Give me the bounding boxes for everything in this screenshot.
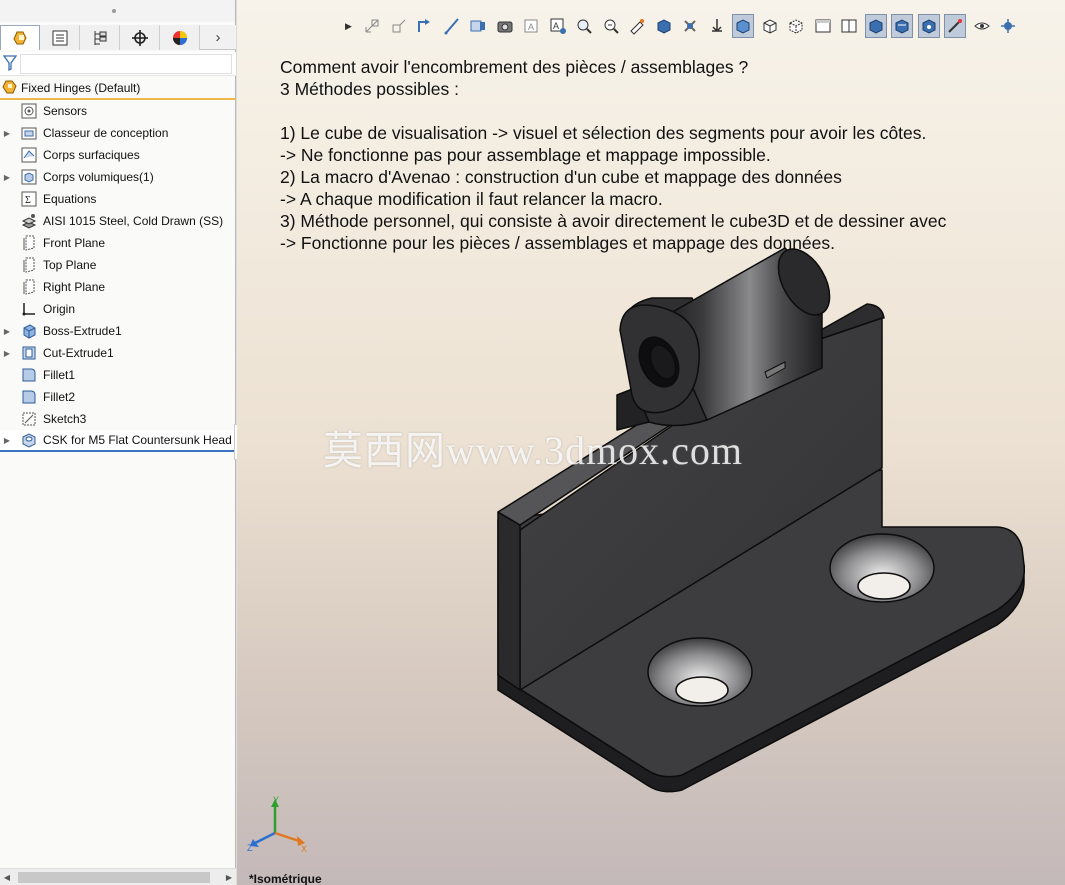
tab-dimxpert-manager[interactable] [120, 25, 160, 50]
tree-item[interactable]: Fillet2 [0, 386, 246, 408]
tree-item-label: Fillet1 [43, 368, 76, 382]
panel-grip[interactable] [0, 0, 235, 22]
tree-root-part[interactable]: Fixed Hinges (Default) [0, 78, 236, 100]
cut-extrude-icon [20, 344, 38, 362]
tree-item[interactable]: Sketch3 [0, 408, 246, 430]
sensors-icon [20, 102, 38, 120]
axis-z-label: Z [247, 843, 253, 853]
boss-extrude-icon [20, 322, 38, 340]
tabs-more-chevron-icon[interactable]: › [200, 25, 236, 49]
filter-bar [0, 52, 236, 76]
filter-input[interactable] [20, 54, 232, 74]
axis-y-label: Y [273, 795, 279, 805]
folder-icon [20, 124, 38, 142]
fillet-icon [20, 366, 38, 384]
tab-display-manager[interactable] [160, 25, 200, 50]
expand-arrow-icon[interactable]: ▶ [2, 173, 12, 182]
tree-item[interactable]: Corps surfaciques [0, 144, 246, 166]
part-icon [2, 79, 18, 98]
tree-item-label: Cut-Extrude1 [43, 346, 114, 360]
tree-item[interactable]: Σ Equations [0, 188, 246, 210]
configuration-manager-icon [94, 30, 106, 45]
material-icon [20, 212, 38, 230]
tree-item[interactable]: Right Plane [0, 276, 246, 298]
tree-item[interactable]: Top Plane [0, 254, 246, 276]
solid-bodies-icon [20, 168, 38, 186]
feature-manager-icon [13, 31, 27, 45]
property-manager-icon [52, 30, 67, 45]
tree-item-label: Origin [43, 302, 76, 316]
expand-arrow-icon[interactable]: ▶ [2, 436, 12, 445]
tree-item-label: Top Plane [43, 258, 97, 272]
expand-arrow-icon[interactable]: ▶ [2, 349, 12, 358]
tree-item[interactable]: AISI 1015 Steel, Cold Drawn (SS) [0, 210, 246, 232]
svg-text:Σ: Σ [25, 195, 31, 206]
sketch-icon [20, 410, 38, 428]
dimxpert-icon [131, 29, 148, 46]
watermark-text: 莫西网www.3dmox.com [323, 428, 744, 473]
display-manager-icon [172, 30, 187, 45]
filter-icon[interactable] [3, 55, 17, 71]
expand-arrow-icon[interactable]: ▶ [2, 129, 12, 138]
origin-icon [20, 300, 38, 318]
fillet-icon [20, 388, 38, 406]
plane-icon [20, 234, 38, 252]
tree-item-label: Right Plane [43, 280, 106, 294]
tree-item-label: Sketch3 [43, 412, 87, 426]
graphics-area[interactable]: ▶ AA Comment avoir l'encombrement des pi… [237, 0, 1065, 885]
tree-item-label: AISI 1015 Steel, Cold Drawn (SS) [43, 214, 224, 228]
horizontal-scrollbar[interactable]: ◀ ▶ [0, 868, 236, 885]
tree-item[interactable]: ▶ Classeur de conception [0, 122, 246, 144]
hole-wizard-icon [20, 431, 38, 449]
scroll-thumb[interactable] [18, 871, 210, 883]
panel-tabs: › [0, 25, 236, 50]
tree-item-label: CSK for M5 Flat Countersunk Head S [43, 433, 244, 447]
feature-manager-panel: › Fixed Hinges (Default) Sensors ▶ Classeu… [0, 0, 244, 885]
tree-item-label: Fillet2 [43, 390, 76, 404]
tree-item[interactable]: ▶ Corps volumiques(1) [0, 166, 246, 188]
tree-item[interactable]: Front Plane [0, 232, 246, 254]
feature-tree: Sensors ▶ Classeur de conception Corps surf… [0, 100, 246, 460]
tree-item-label: Corps volumiques(1) [43, 170, 154, 184]
tree-item-label: Equations [43, 192, 97, 206]
surface-bodies-icon [20, 146, 38, 164]
scroll-right-icon[interactable]: ▶ [222, 873, 236, 882]
equations-icon: Σ [20, 190, 38, 208]
tree-item[interactable]: ▶ CSK for M5 Flat Countersunk Head S [0, 424, 244, 460]
tree-item-label: Sensors [43, 104, 88, 118]
scroll-left-icon[interactable]: ◀ [0, 873, 14, 882]
tree-item-label: Corps surfaciques [43, 148, 140, 162]
tree-item[interactable]: Origin [0, 298, 246, 320]
axis-triad: Y Z X [247, 795, 307, 854]
tab-configuration-manager[interactable] [80, 25, 120, 50]
tree-item-label: Front Plane [43, 236, 106, 250]
view-orientation-label: *Isométrique [249, 872, 322, 885]
axis-x-label: X [301, 844, 307, 854]
expand-arrow-icon[interactable]: ▶ [2, 327, 12, 336]
tab-feature-manager[interactable] [0, 25, 40, 50]
plane-icon [20, 256, 38, 274]
tree-item-label: Boss-Extrude1 [43, 324, 122, 338]
plane-icon [20, 278, 38, 296]
tree-item[interactable]: Sensors [0, 100, 246, 122]
tree-item[interactable]: ▶ Boss-Extrude1 [0, 320, 246, 342]
tree-item-label: Classeur de conception [43, 126, 169, 140]
tree-root-label: Fixed Hinges (Default) [21, 81, 141, 95]
tab-property-manager[interactable] [40, 25, 80, 50]
tree-item[interactable]: ▶ Cut-Extrude1 [0, 342, 246, 364]
tree-item[interactable]: Fillet1 [0, 364, 246, 386]
